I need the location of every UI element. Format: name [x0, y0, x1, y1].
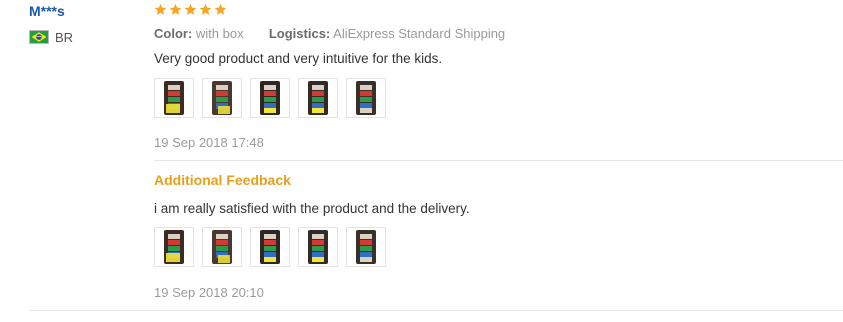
additional-feedback-title: Additional Feedback: [154, 172, 291, 188]
review-text: Very good product and very intuitive for…: [154, 51, 443, 66]
star-icon: [154, 3, 167, 15]
reviewer-country: BR: [29, 29, 73, 45]
color-label: Color:: [154, 26, 193, 41]
logistics-value: AliExpress Standard Shipping: [333, 26, 506, 41]
star-icon: [184, 3, 197, 15]
review-photo-thumbnail[interactable]: [202, 78, 242, 118]
logistics-label: Logistics:: [268, 26, 331, 41]
review-photos: [154, 78, 386, 118]
star-icon: [169, 3, 182, 15]
section-divider: [154, 160, 843, 161]
review-photo-thumbnail[interactable]: [346, 78, 386, 118]
star-icon: [214, 3, 227, 15]
review-divider: [29, 310, 843, 311]
review-photo-thumbnail[interactable]: [154, 78, 194, 118]
star-rating: [154, 3, 227, 16]
star-icon: [199, 3, 212, 15]
review-photo-thumbnail[interactable]: [298, 78, 338, 118]
review-photo-thumbnail[interactable]: [250, 78, 290, 118]
color-value: with box: [195, 26, 244, 41]
review-photo-thumbnail[interactable]: [346, 227, 386, 267]
brazil-flag-icon: [29, 30, 49, 44]
additional-feedback-text: i am really satisfied with the product a…: [154, 201, 470, 216]
additional-feedback-date: 19 Sep 2018 20:10: [154, 285, 264, 300]
country-code: BR: [55, 29, 74, 45]
review-photo-thumbnail[interactable]: [202, 227, 242, 267]
review-attributes: Color: with box Logistics: AliExpress St…: [154, 26, 505, 41]
review-photo-thumbnail[interactable]: [154, 227, 194, 267]
review-photo-thumbnail[interactable]: [250, 227, 290, 267]
additional-feedback-photos: [154, 227, 386, 267]
review-date: 19 Sep 2018 17:48: [154, 135, 264, 150]
review-photo-thumbnail[interactable]: [298, 227, 338, 267]
reviewer-name: M***s: [29, 3, 65, 19]
